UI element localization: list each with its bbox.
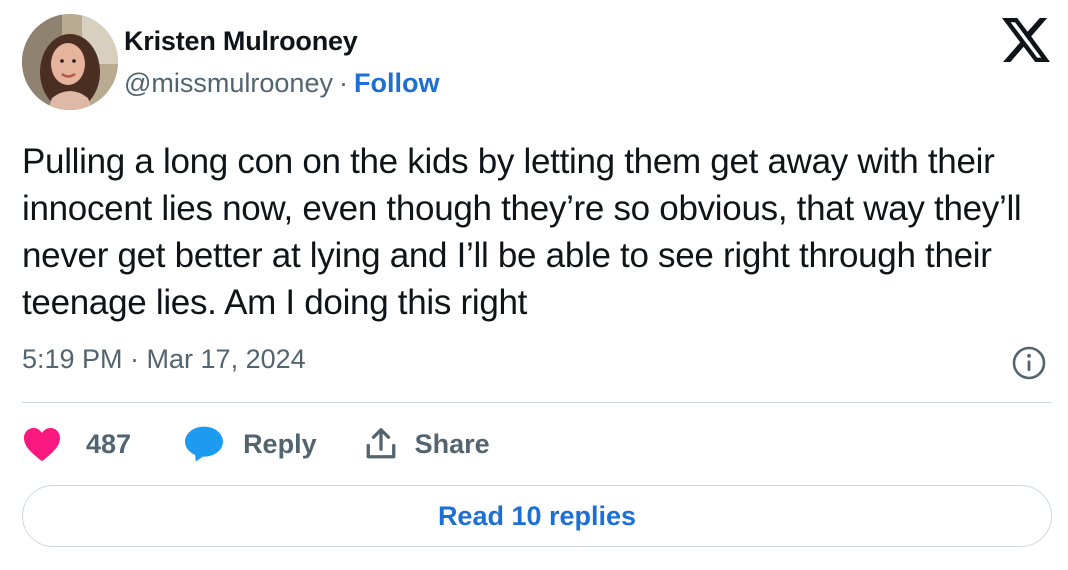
share-icon [366,428,395,459]
reply-button[interactable]: Reply [183,425,317,463]
author-handle-row: @missmulrooney · Follow [124,68,439,99]
x-logo-icon[interactable] [1002,18,1050,62]
avatar[interactable] [22,14,118,110]
like-count: 487 [86,428,132,459]
tweet-text: Pulling a long con on the kids by lettin… [22,142,1022,322]
share-button[interactable]: Share [363,426,490,462]
follow-button[interactable]: Follow [354,68,439,98]
author-name[interactable]: Kristen Mulrooney [124,26,358,57]
read-replies-button[interactable]: Read 10 replies [22,485,1052,547]
tweet-timestamp[interactable]: 5:19 PM · Mar 17, 2024 [22,344,306,375]
share-label: Share [414,428,490,459]
author-handle[interactable]: @missmulrooney [124,68,333,98]
action-bar: 487 Reply Share [22,424,490,464]
like-button[interactable]: 487 [22,426,131,462]
tweet-card: Kristen Mulrooney @missmulrooney · Follow … [0,0,1068,570]
reply-label: Reply [243,428,317,459]
divider [22,402,1052,403]
avatar-photo [22,14,118,110]
heart-icon [24,427,60,462]
info-icon[interactable] [1011,345,1047,381]
speech-bubble-icon [185,426,224,462]
separator-dot: · [338,68,348,98]
